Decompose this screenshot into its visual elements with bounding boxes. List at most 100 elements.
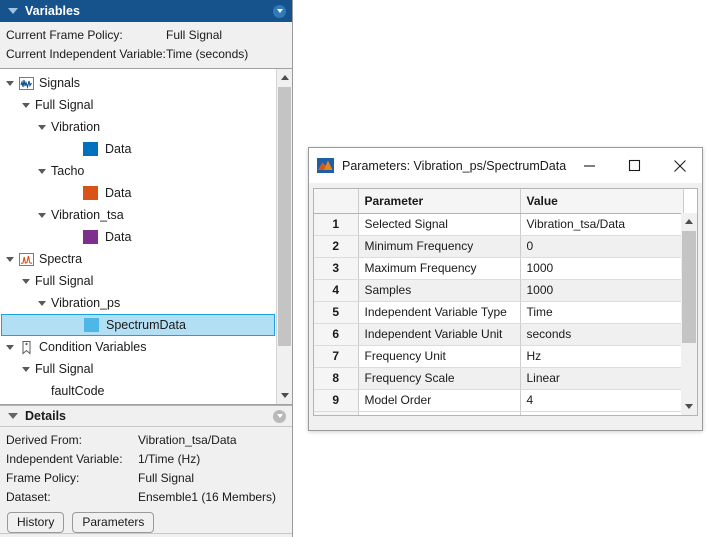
tree-item-label: Full Signal — [35, 274, 94, 288]
parameter-value-cell[interactable]: 1000 — [520, 257, 684, 280]
parameter-value-cell[interactable]: seconds — [520, 323, 684, 346]
parameter-name-cell[interactable]: Minimum Frequency — [358, 235, 521, 258]
variables-tree: Signals Full Signal Vibration Data Tacho Data… — [0, 69, 276, 404]
property-row: Current Frame Policy: Full Signal — [0, 25, 292, 44]
parameter-value-cell[interactable]: 4 — [520, 389, 684, 412]
caret-down-icon[interactable] — [8, 8, 18, 14]
table-row[interactable]: 8 Frequency Scale Linear — [314, 367, 684, 390]
tree-item-label: Spectra — [39, 252, 83, 266]
property-label: Independent Variable: — [6, 451, 123, 466]
parameter-value-cell[interactable]: Hz — [520, 345, 684, 368]
scroll-down-arrow-icon[interactable] — [681, 398, 697, 415]
tree-expand-caret-icon[interactable] — [38, 212, 46, 218]
table-header-row: Parameter Value — [314, 189, 684, 214]
dialog-titlebar[interactable]: Parameters: Vibration_ps/SpectrumData — [309, 148, 702, 183]
maximize-button[interactable] — [612, 148, 657, 183]
dialog-vertical-scrollbar[interactable] — [681, 213, 697, 415]
table-row[interactable]: 4 Samples 1000 — [314, 279, 684, 302]
tree-expand-caret-icon[interactable] — [6, 256, 14, 262]
table-row[interactable]: 3 Maximum Frequency 1000 — [314, 257, 684, 280]
tree-item-faultcode[interactable]: faultCode — [0, 380, 276, 402]
table-row-partial[interactable] — [314, 411, 684, 415]
scroll-up-arrow-icon[interactable] — [681, 213, 697, 230]
parameter-name-cell — [358, 411, 521, 415]
tree-item-data[interactable]: Data — [0, 226, 276, 248]
tree-item-label: Data — [105, 230, 132, 244]
property-row: Current Independent Variable: Time (seco… — [0, 44, 292, 63]
parameter-name-cell[interactable]: Selected Signal — [358, 213, 521, 236]
scroll-up-arrow-icon[interactable] — [277, 69, 292, 86]
tree-expand-caret-icon[interactable] — [6, 344, 14, 350]
variables-panel-title: Variables — [25, 4, 80, 18]
dialog-scrollbar-thumb[interactable] — [682, 231, 696, 343]
parameter-name-cell[interactable]: Maximum Frequency — [358, 257, 521, 280]
history-button[interactable]: History — [7, 512, 65, 533]
table-row[interactable]: 9 Model Order 4 — [314, 389, 684, 412]
parameter-name-cell[interactable]: Independent Variable Type — [358, 301, 521, 324]
table-row[interactable]: 2 Minimum Frequency 0 — [314, 235, 684, 258]
variables-panel-header[interactable]: Variables — [0, 0, 292, 22]
tree-expand-caret-icon[interactable] — [38, 124, 46, 130]
close-button[interactable] — [657, 148, 702, 183]
tree-item-vibration-ps[interactable]: Vibration_ps — [0, 292, 276, 314]
tree-item-condition-variables[interactable]: Condition Variables — [0, 336, 276, 358]
property-label: Derived From: — [6, 432, 83, 447]
tree-item-full-signal[interactable]: Full Signal — [0, 94, 276, 116]
property-row: Frame Policy: Full Signal — [0, 468, 292, 487]
parameters-dialog: Parameters: Vibration_ps/SpectrumData Pa… — [308, 147, 703, 431]
tree-expand-caret-icon[interactable] — [38, 300, 46, 306]
tree-item-signals[interactable]: Signals — [0, 72, 276, 94]
parameter-name-cell[interactable]: Frequency Scale — [358, 367, 521, 390]
table-row[interactable]: 1 Selected Signal Vibration_tsa/Data — [314, 213, 684, 236]
tree-scrollbar-thumb[interactable] — [278, 87, 291, 346]
row-number: 4 — [314, 279, 359, 302]
tree-expand-caret-icon[interactable] — [6, 80, 14, 86]
scroll-down-arrow-icon[interactable] — [277, 387, 292, 404]
column-header-rownum[interactable] — [314, 189, 359, 214]
tree-expand-caret-icon[interactable] — [22, 278, 30, 284]
details-panel-header[interactable]: Details — [0, 405, 292, 427]
table-row[interactable]: 7 Frequency Unit Hz — [314, 345, 684, 368]
tree-expand-caret-icon[interactable] — [22, 102, 30, 108]
property-row: Dataset: Ensemble1 (16 Members) — [0, 487, 292, 506]
tree-item-full-signal[interactable]: Full Signal — [0, 358, 276, 380]
parameter-name-cell[interactable]: Frequency Unit — [358, 345, 521, 368]
column-header-value[interactable]: Value — [520, 189, 684, 214]
tree-item-data[interactable]: Data — [0, 138, 276, 160]
parameter-value-cell[interactable]: Vibration_tsa/Data — [520, 213, 684, 236]
tree-item-spectrumdata[interactable]: SpectrumData — [1, 314, 275, 336]
minimize-button[interactable] — [567, 148, 612, 183]
property-label: Current Frame Policy: — [6, 27, 123, 42]
details-panel-title: Details — [25, 409, 66, 423]
caret-down-icon[interactable] — [8, 413, 18, 419]
column-header-parameter[interactable]: Parameter — [358, 189, 521, 214]
tree-expand-caret-icon[interactable] — [38, 168, 46, 174]
table-row[interactable]: 5 Independent Variable Type Time — [314, 301, 684, 324]
tree-vertical-scrollbar[interactable] — [276, 69, 292, 404]
parameter-name-cell[interactable]: Samples — [358, 279, 521, 302]
options-dropdown-icon[interactable] — [273, 409, 286, 423]
tree-item-spectra[interactable]: Spectra — [0, 248, 276, 270]
options-dropdown-icon[interactable] — [273, 4, 286, 18]
parameter-name-cell[interactable]: Independent Variable Unit — [358, 323, 521, 346]
parameters-table-container: Parameter Value 1 Selected Signal Vibratio… — [313, 188, 698, 416]
tree-item-vibration[interactable]: Vibration — [0, 116, 276, 138]
row-number: 7 — [314, 345, 359, 368]
property-label: Dataset: — [6, 489, 51, 504]
tree-item-full-signal[interactable]: Full Signal — [0, 270, 276, 292]
tree-item-data[interactable]: Data — [0, 182, 276, 204]
property-value: Full Signal — [166, 27, 223, 42]
parameters-button[interactable]: Parameters — [72, 512, 155, 533]
matlab-membrane-icon — [317, 158, 334, 173]
parameter-name-cell[interactable]: Model Order — [358, 389, 521, 412]
table-row[interactable]: 6 Independent Variable Unit seconds — [314, 323, 684, 346]
parameter-value-cell[interactable]: Time — [520, 301, 684, 324]
tree-expand-caret-icon[interactable] — [22, 366, 30, 372]
details-properties-list: Derived From: Vibration_tsa/Data Indepen… — [0, 427, 292, 534]
tree-item-label: SpectrumData — [106, 318, 186, 332]
tree-item-vibration-tsa[interactable]: Vibration_tsa — [0, 204, 276, 226]
tree-item-tacho[interactable]: Tacho — [0, 160, 276, 182]
parameter-value-cell[interactable]: Linear — [520, 367, 684, 390]
parameter-value-cell[interactable]: 0 — [520, 235, 684, 258]
parameter-value-cell[interactable]: 1000 — [520, 279, 684, 302]
